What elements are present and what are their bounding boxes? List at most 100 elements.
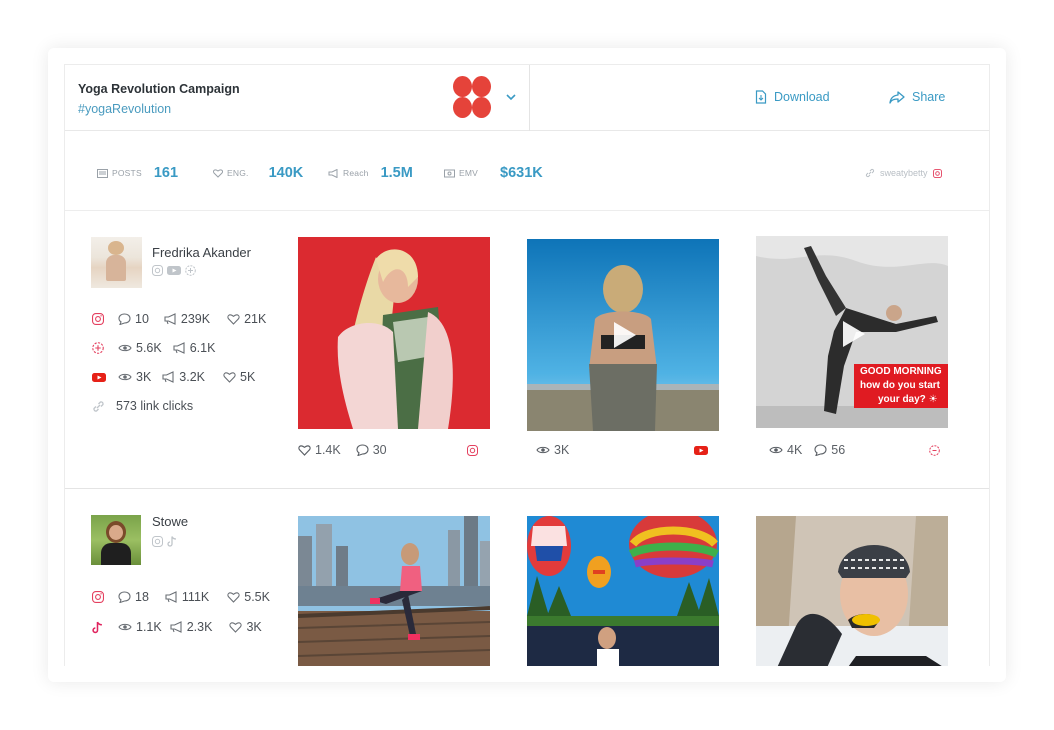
- post-thumbnail[interactable]: [298, 516, 490, 666]
- instagram-icon: [92, 313, 104, 325]
- metrics-stories: 5.6K 6.1K: [92, 341, 215, 355]
- metrics-instagram: 18 111K 5.5K: [92, 590, 270, 604]
- reach-value: 3.2K: [179, 370, 206, 384]
- share-button[interactable]: Share: [889, 90, 945, 104]
- stat-engagement: ENG. 140K: [213, 165, 303, 181]
- link-icon: [865, 168, 875, 178]
- metric-views: 5.6K: [118, 341, 162, 355]
- share-icon: [889, 90, 905, 104]
- creator-row: Fredrika Akander 10 239K 21K 5.6K 6.1K 3…: [65, 211, 989, 489]
- creator-row: Stowe 18 111K 5.5K 1.1K 2.3K 3K: [65, 490, 989, 666]
- post-image: [298, 237, 490, 429]
- brand-handle-link[interactable]: sweatybetty: [865, 168, 942, 178]
- metrics-instagram: 10 239K 21K: [92, 312, 266, 326]
- comment-icon: [118, 591, 131, 603]
- metric-views: 3K: [536, 443, 569, 457]
- metric-reach: 3.2K: [162, 370, 205, 384]
- post-thumbnail[interactable]: [756, 516, 948, 666]
- megaphone-icon: [165, 591, 177, 603]
- stat-label: POSTS: [112, 168, 142, 178]
- post-stats: 3K: [536, 443, 569, 457]
- comments-value: 30: [372, 443, 387, 457]
- megaphone-icon: [164, 313, 176, 325]
- post-image: [756, 516, 948, 666]
- metric-likes: 21K: [227, 312, 266, 326]
- share-label: Share: [912, 90, 946, 104]
- file-download-icon: [755, 90, 767, 104]
- story-text-overlay: GOOD MORNING how do you start your day? …: [854, 364, 948, 408]
- heart-icon: [227, 592, 240, 603]
- play-icon[interactable]: [614, 322, 636, 348]
- metrics-link-clicks: 573 link clicks: [92, 399, 193, 413]
- metric-reach: 239K: [164, 312, 210, 326]
- stories-icon: [929, 445, 940, 456]
- posts-icon: [97, 168, 108, 178]
- post-thumbnail[interactable]: [527, 239, 719, 431]
- heart-icon: [298, 445, 311, 456]
- overlay-line: how do you start: [860, 380, 940, 391]
- likes-value: 3K: [246, 620, 262, 634]
- comment-icon: [118, 313, 131, 325]
- stat-value: 140K: [268, 165, 304, 181]
- play-icon[interactable]: [843, 321, 865, 347]
- reach-value: 2.3K: [186, 620, 213, 634]
- money-icon: [444, 169, 455, 177]
- likes-value: 5K: [240, 370, 256, 384]
- instagram-icon: [932, 168, 942, 178]
- eye-icon: [118, 373, 132, 381]
- stat-value: 1.5M: [380, 165, 413, 181]
- chevron-down-icon[interactable]: [503, 89, 519, 105]
- metric-comments: 18: [118, 590, 149, 604]
- reach-value: 111K: [181, 590, 210, 604]
- comments-value: 56: [831, 443, 846, 457]
- campaign-report: Yoga Revolution Campaign #yogaRevolution…: [64, 64, 990, 666]
- brand-handle: sweatybetty: [880, 168, 928, 178]
- tiktok-icon: [167, 536, 177, 547]
- metric-reach: 2.3K: [170, 620, 213, 634]
- heart-icon: [229, 622, 243, 633]
- metric-views: 4K: [769, 443, 802, 457]
- post-thumbnail[interactable]: [298, 237, 490, 429]
- download-button[interactable]: Download: [755, 90, 830, 104]
- download-label: Download: [774, 90, 830, 104]
- views-value: 3K: [136, 370, 152, 384]
- metric-views: 1.1K: [118, 620, 162, 634]
- views-value: 1.1K: [136, 620, 162, 634]
- stat-label: ENG.: [227, 168, 249, 178]
- stat-label: EMV: [459, 168, 479, 178]
- overlay-line: your day? ☀: [878, 394, 938, 405]
- link-clicks: 573 link clicks: [116, 399, 194, 413]
- creator-name[interactable]: Stowe: [152, 514, 188, 529]
- report-header: Yoga Revolution Campaign #yogaRevolution…: [65, 65, 989, 131]
- views-value: 3K: [554, 443, 570, 457]
- eye-icon: [118, 344, 132, 352]
- metric-reach: 111K: [165, 590, 209, 604]
- tiktok-icon: [92, 621, 102, 633]
- likes-value: 1.4K: [315, 443, 341, 457]
- stat-emv: EMV $631K: [444, 165, 543, 181]
- stat-label: Reach: [343, 168, 369, 178]
- metric-likes: 5.5K: [227, 590, 270, 604]
- stat-value: $631K: [500, 165, 543, 181]
- metric-views: 3K: [118, 370, 151, 384]
- campaign-selector[interactable]: Yoga Revolution Campaign #yogaRevolution: [65, 65, 530, 131]
- comment-icon: [814, 444, 827, 456]
- reach-value: 6.1K: [189, 341, 216, 355]
- youtube-icon: [92, 372, 106, 382]
- views-value: 4K: [787, 443, 803, 457]
- metric-reach: 6.1K: [173, 341, 216, 355]
- avatar[interactable]: [91, 515, 141, 565]
- megaphone-icon: [328, 168, 338, 178]
- metric-likes: 5K: [223, 370, 255, 384]
- creator-name[interactable]: Fredrika Akander: [152, 245, 251, 260]
- post-stats: 4K 56: [769, 443, 845, 457]
- instagram-icon: [152, 536, 163, 547]
- post-thumbnail[interactable]: GOOD MORNING how do you start your day? …: [756, 236, 948, 428]
- campaign-hashtag: #yogaRevolution: [78, 102, 172, 116]
- stat-value: 161: [153, 165, 179, 181]
- link-icon: [93, 400, 104, 412]
- avatar[interactable]: [91, 237, 142, 288]
- heart-icon: [223, 372, 236, 383]
- post-thumbnail[interactable]: [527, 516, 719, 666]
- metrics-tiktok: 1.1K 2.3K 3K: [92, 620, 262, 634]
